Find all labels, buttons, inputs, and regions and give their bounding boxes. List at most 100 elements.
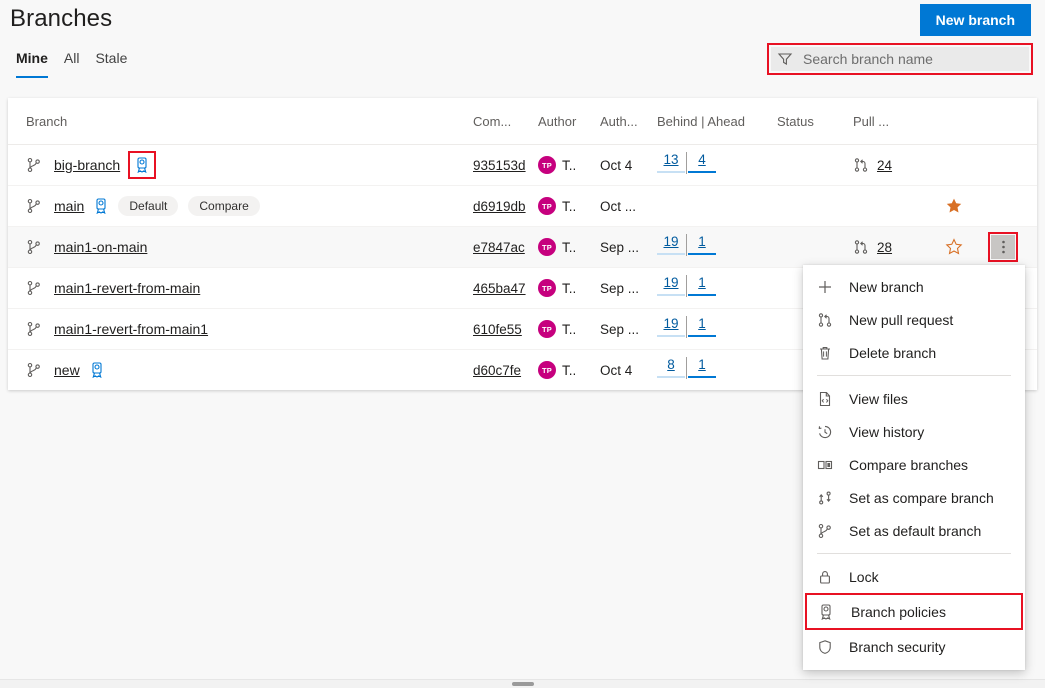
- behind-count[interactable]: 8: [667, 357, 675, 373]
- ahead-bar: [688, 376, 716, 378]
- column-header-pull-request[interactable]: Pull ...: [853, 114, 929, 129]
- avatar: TP: [538, 197, 556, 215]
- ahead-cell[interactable]: 1: [688, 234, 716, 255]
- branch-context-menu[interactable]: New branch New pull request Delete branch V…: [803, 265, 1025, 670]
- menu-item-branch-policies[interactable]: Branch policies: [805, 593, 1023, 630]
- plus-icon: [817, 279, 833, 295]
- commit-hash-link[interactable]: 935153d: [473, 158, 526, 173]
- row-actions-button[interactable]: [991, 235, 1015, 259]
- ahead-count[interactable]: 1: [698, 357, 706, 373]
- menu-item-label: Lock: [849, 569, 879, 585]
- ahead-count[interactable]: 1: [698, 275, 706, 291]
- tab-stale[interactable]: Stale: [87, 48, 135, 78]
- table-row[interactable]: main1-on-maine7847acTPT..Sep ...19128: [8, 227, 1037, 268]
- behind-count[interactable]: 19: [663, 234, 678, 250]
- behind-ahead-cell: 13 4: [657, 152, 777, 178]
- menu-item-delete-branch[interactable]: Delete branch: [803, 336, 1025, 369]
- behind-count[interactable]: 19: [663, 275, 678, 291]
- ahead-cell[interactable]: 4: [688, 152, 716, 173]
- policy-ribbon-icon: [819, 604, 835, 620]
- pull-request-cell[interactable]: 28: [853, 239, 929, 255]
- menu-item-set-as-default-branch[interactable]: Set as default branch: [803, 514, 1025, 547]
- policy-ribbon-icon[interactable]: [94, 198, 108, 214]
- menu-item-view-history[interactable]: View history: [803, 415, 1025, 448]
- ahead-count[interactable]: 4: [698, 152, 706, 168]
- page-header: Branches New branch Mine All Stale: [0, 0, 1045, 90]
- behind-ahead-cell: 19 1: [657, 234, 777, 260]
- filter-icon: [777, 51, 793, 67]
- author-cell: TPT..: [538, 156, 600, 174]
- favorite-star-icon-outline[interactable]: [945, 238, 963, 256]
- table-row[interactable]: big-branch935153dTPT..Oct 413424: [8, 145, 1037, 186]
- menu-item-branch-security[interactable]: Branch security: [803, 630, 1025, 663]
- column-header-authored-date[interactable]: Auth...: [600, 114, 657, 129]
- branch-cell: big-branch: [8, 151, 473, 179]
- branch-name-link[interactable]: main1-revert-from-main1: [54, 321, 208, 337]
- avatar: TP: [538, 279, 556, 297]
- menu-item-view-files[interactable]: View files: [803, 382, 1025, 415]
- branch-name-link[interactable]: main1-revert-from-main: [54, 280, 200, 296]
- tab-mine[interactable]: Mine: [8, 48, 56, 78]
- behind-count[interactable]: 13: [663, 152, 678, 168]
- policy-ribbon-icon[interactable]: [90, 362, 104, 378]
- commit-hash-link[interactable]: d60c7fe: [473, 363, 521, 378]
- search-input[interactable]: [801, 50, 1023, 68]
- scrollbar-thumb[interactable]: [512, 682, 534, 686]
- ahead-count[interactable]: 1: [698, 316, 706, 332]
- author-cell: TPT..: [538, 320, 600, 338]
- behind-cell[interactable]: 13: [657, 152, 685, 173]
- actions-cell: [979, 232, 1027, 262]
- authored-date-cell: Oct ...: [600, 198, 657, 214]
- column-header-branch[interactable]: Branch: [8, 114, 473, 129]
- column-header-author[interactable]: Author: [538, 114, 600, 129]
- branch-name-link[interactable]: big-branch: [54, 157, 120, 173]
- commit-hash-link[interactable]: e7847ac: [473, 240, 525, 255]
- menu-item-compare-branches[interactable]: Compare branches: [803, 448, 1025, 481]
- search-branch-box[interactable]: [771, 47, 1029, 71]
- ahead-cell[interactable]: 1: [688, 316, 716, 337]
- column-header-status[interactable]: Status: [777, 114, 853, 129]
- authored-date: Sep ...: [600, 281, 639, 296]
- commit-cell: e7847ac: [473, 239, 538, 255]
- table-header-row: Branch Com... Author Auth... Behind | Ah…: [8, 98, 1037, 145]
- menu-item-new-pull-request[interactable]: New pull request: [803, 303, 1025, 336]
- behind-cell[interactable]: 19: [657, 234, 685, 255]
- branch-name-link[interactable]: main1-on-main: [54, 239, 147, 255]
- behind-cell[interactable]: 8: [657, 357, 685, 378]
- behind-cell[interactable]: 19: [657, 275, 685, 296]
- tab-all-label: All: [64, 50, 80, 66]
- behind-count[interactable]: 19: [663, 316, 678, 332]
- branch-cell: main1-on-main: [8, 239, 473, 255]
- behind-cell[interactable]: 19: [657, 316, 685, 337]
- menu-item-set-as-compare-branch[interactable]: Set as compare branch: [803, 481, 1025, 514]
- menu-item-lock[interactable]: Lock: [803, 560, 1025, 593]
- tab-all[interactable]: All: [56, 48, 88, 78]
- policy-ribbon-icon[interactable]: [135, 157, 149, 173]
- author-name: T..: [562, 363, 576, 378]
- ahead-count[interactable]: 1: [698, 234, 706, 250]
- pull-request-count[interactable]: 28: [877, 240, 892, 255]
- branch-name-link[interactable]: new: [54, 362, 80, 378]
- ahead-bar: [688, 253, 716, 255]
- menu-item-label: New pull request: [849, 312, 953, 328]
- history-icon: [817, 424, 833, 440]
- ahead-cell[interactable]: 1: [688, 275, 716, 296]
- authored-date-cell: Sep ...: [600, 239, 657, 255]
- column-header-commit[interactable]: Com...: [473, 114, 538, 129]
- horizontal-scrollbar[interactable]: [0, 679, 1045, 688]
- menu-item-new-branch[interactable]: New branch: [803, 270, 1025, 303]
- pull-request-cell[interactable]: 24: [853, 157, 929, 173]
- commit-cell: d60c7fe: [473, 362, 538, 378]
- favorite-star-icon-filled[interactable]: [945, 197, 963, 215]
- branch-name-link[interactable]: main: [54, 198, 84, 214]
- commit-hash-link[interactable]: 610fe55: [473, 322, 522, 337]
- table-row[interactable]: mainDefaultCompared6919dbTPT..Oct ...: [8, 186, 1037, 227]
- search-container: [769, 45, 1035, 77]
- pull-request-count[interactable]: 24: [877, 158, 892, 173]
- new-branch-button[interactable]: New branch: [920, 4, 1031, 36]
- commit-hash-link[interactable]: d6919db: [473, 199, 526, 214]
- commit-hash-link[interactable]: 465ba47: [473, 281, 526, 296]
- ahead-cell[interactable]: 1: [688, 357, 716, 378]
- branch-icon: [26, 157, 42, 173]
- column-header-behind-ahead[interactable]: Behind | Ahead: [657, 114, 777, 129]
